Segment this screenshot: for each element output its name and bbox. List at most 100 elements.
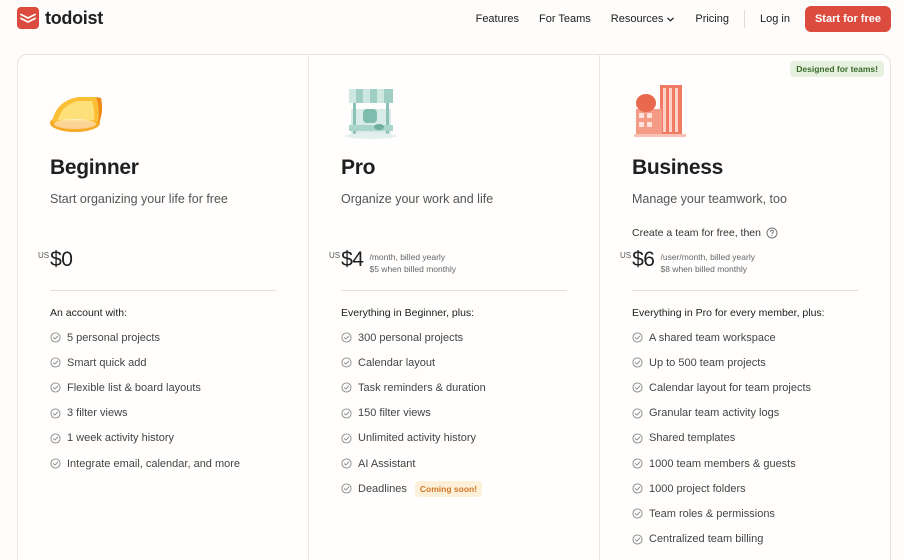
feature-item: 1 week activity history (50, 426, 240, 451)
feature-label: 1000 project folders (649, 482, 746, 495)
team-note: Create a team for free, then (632, 227, 778, 239)
features-heading: An account with: (50, 307, 128, 319)
feature-item: Unlimited activity history (341, 426, 486, 451)
billing-monthly: $5 when billed monthly (369, 264, 456, 274)
feature-item: Up to 500 team projects (632, 350, 811, 375)
chevron-down-icon (667, 17, 675, 21)
feature-label: Centralized team billing (649, 533, 764, 546)
plan-name: Pro (341, 156, 376, 179)
plan-name: Business (632, 156, 723, 179)
currency-code: US (329, 251, 341, 260)
feature-label: Unlimited activity history (358, 432, 476, 445)
check-circle-icon (632, 332, 643, 343)
plan-description: Start organizing your life for free (50, 192, 228, 206)
feature-label: Calendar layout (358, 356, 436, 369)
plan-description: Manage your teamwork, too (632, 192, 787, 206)
divider (341, 290, 567, 291)
feature-item: A shared team workspace (632, 325, 811, 350)
check-circle-icon (50, 433, 61, 444)
feature-label: Team roles & permissions (649, 507, 775, 520)
market-stall-icon (345, 89, 397, 139)
feature-label: Flexible list & board layouts (67, 381, 201, 394)
nav-features[interactable]: Features (469, 13, 526, 25)
price-amount: $6 (632, 248, 655, 271)
question-circle-icon[interactable] (766, 227, 778, 239)
feature-label: 3 filter views (67, 407, 128, 420)
features-heading: Everything in Beginner, plus: (341, 307, 475, 319)
feature-list: A shared team workspace Up to 500 team p… (632, 325, 811, 552)
todoist-logo-icon (17, 7, 39, 29)
check-circle-icon (632, 483, 643, 494)
nav-resources[interactable]: Resources (604, 13, 683, 25)
divider (50, 290, 276, 291)
feature-item: 1000 project folders (632, 476, 811, 501)
feature-label: Shared templates (649, 432, 736, 445)
price-amount: $4 (341, 248, 364, 271)
feature-item: Deadlines Coming soon! (341, 476, 486, 501)
check-circle-icon (632, 433, 643, 444)
check-circle-icon (341, 458, 352, 469)
check-circle-icon (50, 408, 61, 419)
plan-name: Beginner (50, 156, 139, 179)
check-circle-icon (632, 534, 643, 545)
nav-for-teams[interactable]: For Teams (532, 13, 598, 25)
check-circle-icon (632, 508, 643, 519)
feature-label: 150 filter views (358, 407, 431, 420)
feature-list: 300 personal projects Calendar layout Ta… (341, 325, 486, 501)
feature-label: Integrate email, calendar, and more (67, 457, 241, 470)
feature-label: Deadlines (358, 482, 407, 495)
features-heading: Everything in Pro for every member, plus… (632, 307, 825, 319)
feature-label: A shared team workspace (649, 331, 776, 344)
plan-business: Designed for teams! Business Manage your… (600, 55, 890, 560)
main-nav: Features For Teams Resources Pricing Log… (469, 6, 891, 32)
feature-label: AI Assistant (358, 457, 416, 470)
check-circle-icon (341, 382, 352, 394)
designed-for-teams-badge: Designed for teams! (790, 61, 884, 77)
logo-text: todoist (45, 7, 103, 28)
pricing-panel: Beginner Start organizing your life for … (17, 54, 891, 560)
feature-item: 300 personal projects (341, 325, 486, 350)
currency-code: US (620, 251, 632, 260)
plan-beginner: Beginner Start organizing your life for … (18, 55, 309, 560)
check-circle-icon (632, 357, 643, 368)
billing-details: /month, billed yearly $5 when billed mon… (369, 251, 455, 275)
feature-item: 1000 team members & guests (632, 451, 811, 476)
feature-list: 5 personal projects Smart quick add Flex… (50, 325, 240, 476)
plan-pro: Pro Organize your work and life US $4 /m… (309, 55, 600, 560)
billing-yearly: /user/month, billed yearly (660, 252, 755, 262)
todoist-logo[interactable]: todoist (17, 7, 103, 29)
nav-pricing[interactable]: Pricing (688, 13, 736, 25)
plan-price: US $0 (38, 247, 73, 273)
feature-label: Granular team activity logs (649, 407, 780, 420)
feature-label: Task reminders & duration (358, 381, 486, 394)
feature-item: Integrate email, calendar, and more (50, 451, 240, 476)
nav-login[interactable]: Log in (753, 13, 797, 25)
feature-label: 1000 team members & guests (649, 457, 796, 470)
feature-item: 3 filter views (50, 401, 240, 426)
office-buildings-icon (634, 85, 686, 137)
plan-price: US $4 /month, billed yearly $5 when bill… (329, 247, 456, 275)
check-circle-icon (50, 357, 61, 368)
check-circle-icon (341, 483, 352, 494)
check-circle-icon (632, 382, 643, 394)
check-circle-icon (632, 408, 643, 419)
feature-item: Flexible list & board layouts (50, 375, 240, 400)
feature-item: Granular team activity logs (632, 401, 811, 426)
feature-label: 300 personal projects (358, 331, 464, 344)
feature-label: 1 week activity history (67, 432, 174, 445)
check-circle-icon (341, 357, 352, 368)
feature-label: Calendar layout for team projects (649, 381, 812, 394)
feature-item: 5 personal projects (50, 325, 240, 350)
nav-resources-label: Resources (610, 13, 664, 25)
feature-item: Shared templates (632, 426, 811, 451)
lemon-slice-icon (50, 97, 103, 132)
feature-label: 5 personal projects (67, 331, 160, 344)
price-amount: $0 (50, 248, 73, 271)
coming-soon-badge: Coming soon! (414, 480, 483, 497)
check-circle-icon (50, 458, 61, 469)
check-circle-icon (632, 458, 643, 469)
start-for-free-button[interactable]: Start for free (804, 6, 891, 32)
plan-description: Organize your work and life (341, 192, 494, 206)
feature-label: Up to 500 team projects (649, 356, 766, 369)
check-circle-icon (50, 382, 61, 394)
